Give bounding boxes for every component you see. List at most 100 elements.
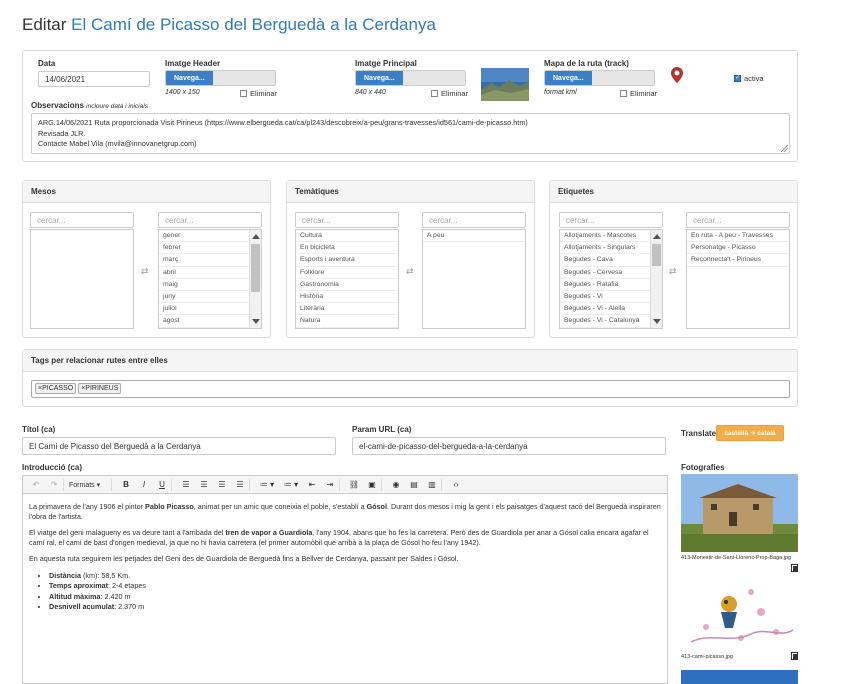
list-item[interactable]: Begudes - Vi - Alella	[560, 303, 662, 316]
tag-chip[interactable]: ×PIRINEUS	[78, 383, 122, 394]
checkbox[interactable]	[240, 90, 247, 97]
labels-available-search[interactable]: cercar...	[559, 212, 663, 228]
labels-available-list[interactable]: Allotjaments - Mascotes Allotjaments - S…	[559, 229, 663, 329]
move-arrows-icon[interactable]: ⇄	[141, 266, 149, 277]
checkbox[interactable]	[620, 90, 627, 97]
media-icon[interactable]: ▤	[405, 480, 423, 489]
list-item[interactable]: març	[159, 254, 261, 267]
list-item[interactable]: Allotjaments - Singulars	[560, 242, 662, 255]
header-image-file[interactable]: Navega...	[165, 70, 276, 86]
list-item[interactable]: Natura	[296, 315, 398, 328]
list-item[interactable]: Begudes - Vi - Catalunya	[560, 315, 662, 328]
tag-chip[interactable]: ×PICASSO	[35, 383, 77, 394]
themes-available-search[interactable]: cercar...	[295, 212, 399, 228]
months-selected-list[interactable]: gener febrer març abril maig juny juliol…	[158, 229, 262, 329]
resize-handle-icon[interactable]	[781, 145, 788, 152]
main-image-browse-button[interactable]: Navega...	[356, 71, 403, 85]
scroll-up-icon[interactable]	[653, 234, 661, 239]
checkbox-checked[interactable]	[734, 74, 741, 82]
months-available-search[interactable]: cercar...	[30, 212, 134, 228]
undo-icon[interactable]: ↶	[27, 480, 45, 489]
list-item[interactable]: agost	[159, 315, 261, 328]
source-code-icon[interactable]: ‹›	[447, 480, 465, 489]
list-item[interactable]: Folklore	[296, 267, 398, 279]
list-item[interactable]: Esports i aventura	[296, 254, 398, 267]
list-item[interactable]: Allotjaments - Mascotes	[560, 230, 662, 243]
map-marker-icon[interactable]	[671, 67, 683, 83]
date-input[interactable]: 14/06/2021	[38, 71, 150, 87]
list-item[interactable]: Història	[296, 291, 398, 304]
main-image-file[interactable]: Navega...	[355, 70, 466, 86]
link-icon[interactable]: ⛓	[345, 480, 363, 489]
align-justify-icon[interactable]: ☰	[231, 480, 249, 489]
main-image-delete[interactable]: Eliminar	[431, 89, 468, 98]
list-item[interactable]: febrer	[159, 242, 261, 255]
list-item[interactable]: En bicicleta	[296, 242, 398, 255]
move-arrows-icon[interactable]: ⇄	[669, 266, 677, 277]
numbered-list-icon[interactable]: ≔ ▾	[279, 480, 303, 489]
labels-selected-list[interactable]: En ruta - A peu - Travesses Personatge -…	[686, 229, 790, 329]
themes-available-list[interactable]: Cultura En bicicleta Esports i aventura …	[295, 229, 399, 329]
scroll-down-icon[interactable]	[653, 319, 661, 324]
scroll-thumb[interactable]	[652, 244, 661, 266]
months-available-list[interactable]	[30, 229, 134, 329]
redo-icon[interactable]: ↷	[45, 480, 63, 489]
scroll-down-icon[interactable]	[252, 319, 260, 324]
copy-icon[interactable]	[791, 564, 798, 572]
checkbox[interactable]	[431, 90, 438, 97]
list-item[interactable]: abril	[159, 267, 261, 279]
photo-thumbnail[interactable]	[681, 474, 798, 552]
bullet-list-icon[interactable]: ≔ ▾	[255, 480, 279, 489]
scrollbar[interactable]	[249, 230, 261, 328]
move-arrows-icon[interactable]: ⇄	[406, 266, 414, 277]
list-item[interactable]: Begudes - Cava	[560, 254, 662, 267]
outdent-icon[interactable]: ⇤	[303, 480, 321, 489]
image-icon[interactable]: ▣	[363, 480, 381, 489]
scroll-thumb[interactable]	[251, 244, 260, 292]
themes-selected-search[interactable]: cercar...	[422, 212, 526, 228]
list-item[interactable]: Personatge - Picasso	[687, 242, 789, 255]
list-item[interactable]: Gastronomia	[296, 279, 398, 291]
observations-textarea[interactable]: ARG.14/06/2021 Ruta proporcionada Visit …	[31, 113, 790, 154]
scroll-up-icon[interactable]	[252, 234, 260, 239]
title-input[interactable]: El Camí de Picasso del Berguedà a la Cer…	[22, 437, 336, 455]
align-center-icon[interactable]: ☰	[195, 480, 213, 489]
list-item[interactable]: A peu	[423, 230, 525, 243]
header-image-browse-button[interactable]: Navega...	[166, 71, 213, 85]
indent-icon[interactable]: ⇥	[321, 480, 339, 489]
header-image-delete[interactable]: Eliminar	[240, 89, 277, 98]
scrollbar[interactable]	[650, 230, 662, 328]
align-right-icon[interactable]: ☰	[213, 480, 231, 489]
list-item[interactable]: Begudes - Cervesa	[560, 267, 662, 279]
track-delete[interactable]: Eliminar	[620, 89, 657, 98]
tags-input[interactable]: ×PICASSO ×PIRINEUS	[31, 380, 790, 398]
preview-icon[interactable]: ◉	[387, 480, 405, 489]
photo-thumbnail[interactable]	[681, 572, 798, 650]
copy-icon[interactable]	[791, 652, 798, 660]
list-item[interactable]: Begudes - Ratafia	[560, 279, 662, 291]
list-item[interactable]: Cultura	[296, 230, 398, 243]
track-browse-button[interactable]: Navega...	[545, 71, 592, 85]
months-selected-search[interactable]: cercar...	[158, 212, 262, 228]
list-item[interactable]: maig	[159, 279, 261, 291]
italic-icon[interactable]: I	[135, 480, 153, 489]
list-item[interactable]: gener	[159, 230, 261, 243]
labels-selected-search[interactable]: cercar...	[686, 212, 790, 228]
bold-icon[interactable]: B	[117, 480, 135, 489]
list-item[interactable]: Reconnecta't - Pirineus	[687, 254, 789, 267]
list-item[interactable]: juny	[159, 291, 261, 304]
align-left-icon[interactable]: ☰	[177, 480, 195, 489]
list-item[interactable]: Literària	[296, 303, 398, 316]
formats-dropdown[interactable]: Formats ▾	[69, 481, 111, 489]
photo-thumbnail[interactable]	[681, 670, 798, 684]
list-item[interactable]: Begudes - Vi	[560, 291, 662, 304]
list-item[interactable]: juliol	[159, 303, 261, 316]
url-input[interactable]: el-cami-de-picasso-del-bergueda-a-la-cer…	[352, 437, 666, 455]
translate-button[interactable]: castellà ➔ català	[716, 425, 784, 441]
track-file[interactable]: Navega...	[544, 70, 655, 86]
list-item[interactable]: En ruta - A peu - Travesses	[687, 230, 789, 243]
themes-selected-list[interactable]: A peu	[422, 229, 526, 329]
underline-icon[interactable]: U	[153, 480, 171, 489]
intro-editor[interactable]: La primavera de l'any 1906 el pintor Pab…	[22, 494, 668, 684]
active-checkbox[interactable]: activa	[734, 74, 764, 83]
